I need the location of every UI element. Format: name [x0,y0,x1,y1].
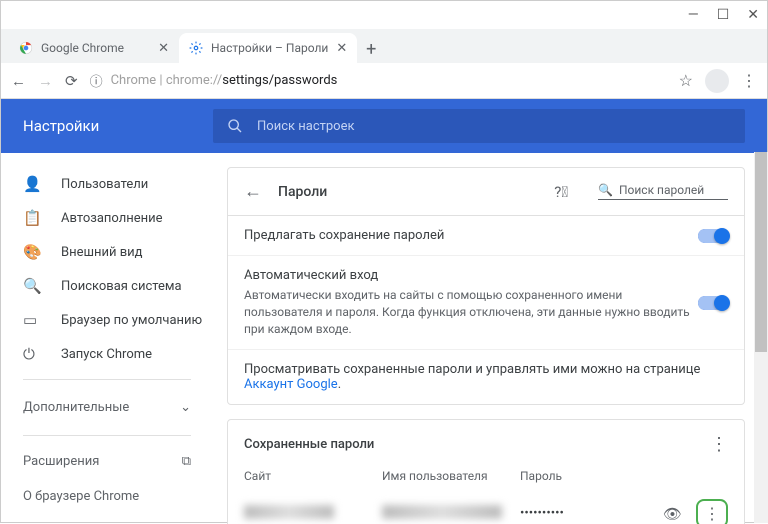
auto-signin-toggle[interactable] [698,296,728,310]
palette-icon: 🎨 [23,243,41,261]
sidebar-extensions[interactable]: Расширения⧉ [1,444,213,479]
settings-favicon [189,41,203,55]
external-link-icon: ⧉ [182,454,191,469]
info-icon: ⓘ [90,71,103,90]
search-icon [227,118,243,134]
chrome-menu-icon[interactable]: ⋮ [741,71,757,90]
show-password-icon[interactable]: 👁 [663,505,682,523]
settings-header: Настройки [1,99,767,153]
reload-icon[interactable]: ⟳ [65,72,78,90]
profile-avatar[interactable] [705,69,729,93]
auto-signin-label: Автоматический вход [244,268,698,283]
window-controls: — ☐ ✕ [1,1,767,29]
table-header: Сайт Имя пользователя Пароль [228,463,744,489]
tab-label: Google Chrome [41,41,124,55]
clipboard-icon: 📋 [23,209,41,227]
row-menu-icon[interactable]: ⋮ [696,499,728,524]
address-bar[interactable]: ⓘ Chrome | chrome://settings/passwords [90,71,667,90]
sidebar-item-search-engine[interactable]: 🔍Поисковая система [1,269,213,303]
back-icon[interactable]: ← [11,72,26,90]
sidebar-advanced[interactable]: Дополнительные⌄ [1,388,213,427]
close-tab-icon[interactable]: ✕ [158,41,169,56]
tab-strip: Google Chrome ✕ Настройки – Пароли ✕ + [1,29,767,63]
user-cell [382,505,520,523]
sidebar-item-autofill[interactable]: 📋Автозаполнение [1,201,213,235]
settings-title: Настройки [1,117,211,135]
divider [23,379,191,380]
person-icon: 👤 [23,175,41,193]
scrollbar-thumb[interactable] [755,153,767,352]
maximize-button[interactable]: ☐ [717,7,730,23]
site-cell[interactable] [244,505,382,523]
browser-icon: ▭ [23,311,41,329]
bookmark-icon[interactable]: ☆ [679,71,693,90]
tab-label: Настройки – Пароли [211,41,328,55]
help-icon[interactable]: ?⃝ [554,183,568,201]
table-row: •••••••••• 👁 ⋮ [228,489,744,524]
chevron-down-icon: ⌄ [180,400,191,415]
close-window-button[interactable]: ✕ [747,7,759,23]
sidebar-item-default-browser[interactable]: ▭Браузер по умолчанию [1,303,213,337]
search-icon: 🔍 [598,183,613,197]
tab-settings-passwords[interactable]: Настройки – Пароли ✕ [179,33,357,63]
saved-passwords-title: Сохраненные пароли [244,437,374,452]
minimize-button[interactable]: — [688,7,699,23]
main-panel: ← Пароли ?⃝ 🔍 Поиск паролей Предлагать с… [213,153,767,524]
settings-search[interactable] [213,109,745,143]
tab-google-chrome[interactable]: Google Chrome ✕ [9,33,179,63]
offer-save-toggle[interactable] [698,229,728,243]
forward-icon[interactable]: → [38,72,53,90]
back-arrow-icon[interactable]: ← [244,181,262,202]
close-tab-icon[interactable]: ✕ [336,41,347,56]
sidebar-item-on-startup[interactable]: ⏻Запуск Chrome [1,337,213,371]
offer-save-label: Предлагать сохранение паролей [244,228,698,243]
offer-save-row: Предлагать сохранение паролей [228,216,744,256]
toolbar: ← → ⟳ ⓘ Chrome | chrome://settings/passw… [1,63,767,99]
passwords-card: ← Пароли ?⃝ 🔍 Поиск паролей Предлагать с… [227,167,745,405]
password-search[interactable]: 🔍 Поиск паролей [598,183,728,200]
saved-passwords-menu-icon[interactable]: ⋮ [710,434,728,455]
chrome-favicon [19,41,33,55]
settings-search-input[interactable] [257,119,731,134]
password-cell: •••••••••• [520,506,658,521]
google-account-link[interactable]: Аккаунт Google [244,377,338,392]
sidebar-item-users[interactable]: 👤Пользователи [1,167,213,201]
auto-signin-row: Автоматический вход Автоматически входит… [228,256,744,350]
saved-passwords-card: Сохраненные пароли ⋮ Сайт Имя пользовате… [227,419,745,524]
new-tab-button[interactable]: + [357,35,385,63]
search-icon: 🔍 [23,277,41,295]
sidebar: 👤Пользователи 📋Автозаполнение 🎨Внешний в… [1,153,213,524]
sidebar-about[interactable]: О браузере Chrome [1,479,213,514]
auto-signin-desc: Автоматически входить на сайты с помощью… [244,287,698,337]
sidebar-item-appearance[interactable]: 🎨Внешний вид [1,235,213,269]
divider [23,435,191,436]
power-icon: ⏻ [23,345,41,363]
manage-link-row: Просматривать сохраненные пароли и управ… [228,350,744,404]
page-title: Пароли [278,184,327,200]
